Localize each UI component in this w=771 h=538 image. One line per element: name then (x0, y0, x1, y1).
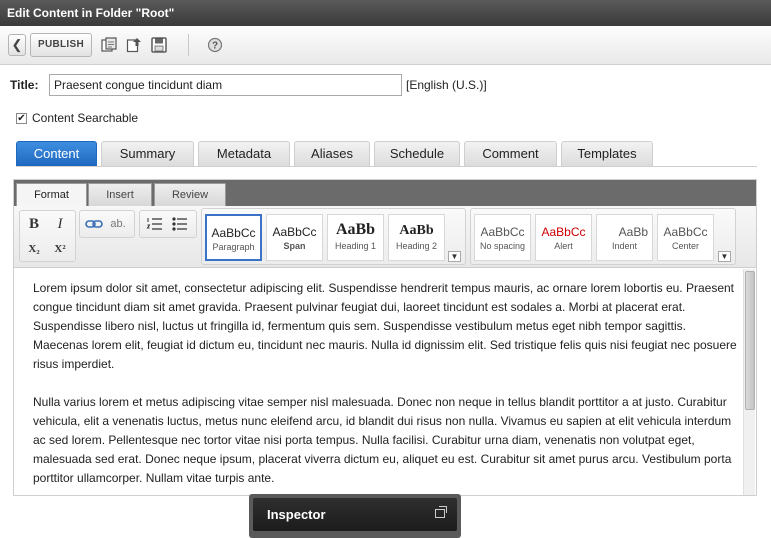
double-chevron-down-icon: ▼ (720, 252, 729, 261)
style-name: Paragraph (212, 242, 255, 252)
editor-content[interactable]: Lorem ipsum dolor sit amet, consectetur … (33, 279, 738, 507)
style-heading-2[interactable]: AaBb Heading 2 (388, 214, 445, 261)
text-format-group: B I X₂ X² (19, 210, 76, 262)
window-title: Edit Content in Folder "Root" (0, 0, 771, 26)
upload-icon[interactable] (126, 37, 142, 53)
save-icon[interactable] (151, 37, 167, 53)
style-heading-1[interactable]: AaBb Heading 1 (327, 214, 384, 261)
style-alert[interactable]: AaBbCc Alert (535, 214, 592, 261)
styles-group-1: AaBbCc Paragraph AaBbCc Span AaBb Headin… (201, 208, 466, 265)
copy-icon[interactable] (101, 37, 117, 53)
toolbar: ❮ PUBLISH ? (0, 26, 771, 65)
numbered-list-icon[interactable] (145, 214, 165, 234)
svg-text:?: ? (212, 41, 218, 52)
list-group (139, 210, 197, 238)
chevron-left-icon: ❮ (11, 37, 23, 52)
bold-button[interactable]: B (24, 214, 44, 234)
clear-format-button[interactable]: ab. (108, 214, 128, 234)
language-label: [English (U.S.)] (406, 78, 487, 92)
style-center[interactable]: AaBbCc Center (657, 214, 714, 261)
italic-button[interactable]: I (50, 214, 70, 234)
scroll-thumb[interactable] (745, 271, 755, 410)
style-paragraph[interactable]: AaBbCc Paragraph (205, 214, 262, 261)
style-sample: AaBbCc (272, 225, 317, 239)
style-sample: AaBb (399, 223, 434, 238)
subscript-button[interactable]: X₂ (24, 239, 44, 259)
paragraph: Lorem ipsum dolor sit amet, consectetur … (33, 281, 737, 371)
style-name: Heading 1 (334, 241, 377, 251)
link-icon[interactable] (84, 214, 104, 234)
main-tabs: Content Summary Metadata Aliases Schedul… (16, 141, 657, 166)
help-icon[interactable]: ? (207, 37, 223, 53)
style-no-spacing[interactable]: AaBbCc No spacing (474, 214, 531, 261)
searchable-label: Content Searchable (32, 111, 139, 125)
paragraph: Nulla varius lorem et metus adipiscing v… (33, 395, 732, 485)
superscript-button[interactable]: X² (50, 239, 70, 259)
more-styles-button[interactable]: ▼ (718, 251, 731, 262)
tab-content[interactable]: Content (16, 141, 97, 166)
tab-summary[interactable]: Summary (101, 141, 194, 166)
style-sample: AaBbCc (663, 225, 708, 239)
inspector-label: Inspector (267, 507, 326, 522)
tab-schedule[interactable]: Schedule (374, 141, 460, 166)
style-sample: AaBb (335, 221, 376, 238)
ribbon-tabs: Format Insert Review (14, 180, 756, 206)
style-name: Center (671, 241, 699, 251)
toolbar-separator (188, 34, 189, 56)
link-group: ab. (79, 210, 135, 238)
style-sample: AaBbCc (541, 225, 586, 239)
style-sample: AaBb (618, 225, 648, 239)
style-span[interactable]: AaBbCc Span (266, 214, 323, 261)
tab-comment[interactable]: Comment (464, 141, 557, 166)
tab-metadata[interactable]: Metadata (198, 141, 290, 166)
content-searchable[interactable]: ✔ Content Searchable (16, 111, 138, 125)
tab-templates[interactable]: Templates (561, 141, 653, 166)
publish-button[interactable]: PUBLISH (30, 33, 92, 57)
tab-aliases[interactable]: Aliases (294, 141, 370, 166)
back-button[interactable]: ❮ (8, 34, 26, 56)
style-name: Span (283, 241, 306, 251)
style-sample: AaBbCc (211, 226, 256, 240)
searchable-checkbox[interactable]: ✔ (16, 112, 27, 124)
ribbon-tab-format[interactable]: Format (16, 183, 87, 206)
style-name: No spacing (479, 241, 526, 251)
style-name: Indent (611, 241, 638, 251)
tabs-divider (16, 166, 757, 167)
style-sample: AaBbCc (480, 225, 525, 239)
style-name: Alert (554, 241, 573, 251)
title-input[interactable] (49, 74, 402, 96)
title-label: Title: (10, 78, 39, 92)
styles-group-2: AaBbCc No spacing AaBbCc Alert AaBb Inde… (470, 208, 736, 265)
editor-scrollbar[interactable] (743, 269, 755, 495)
ribbon-tab-insert[interactable]: Insert (88, 183, 152, 206)
double-chevron-down-icon: ▼ (450, 252, 459, 261)
style-indent[interactable]: AaBb Indent (596, 214, 653, 261)
more-styles-button[interactable]: ▼ (448, 251, 461, 262)
rich-text-editor: Format Insert Review B I X₂ X² ab. AaBbC… (13, 179, 757, 496)
format-ribbon: B I X₂ X² ab. AaBbCc Paragraph AaBbCc Sp… (14, 206, 756, 268)
bullet-list-icon[interactable] (170, 214, 190, 234)
ribbon-tab-review[interactable]: Review (154, 183, 226, 206)
inspector-panel[interactable]: Inspector (249, 494, 461, 538)
popout-icon[interactable] (435, 506, 447, 518)
inspector-header[interactable]: Inspector (253, 498, 457, 531)
style-name: Heading 2 (395, 241, 438, 251)
